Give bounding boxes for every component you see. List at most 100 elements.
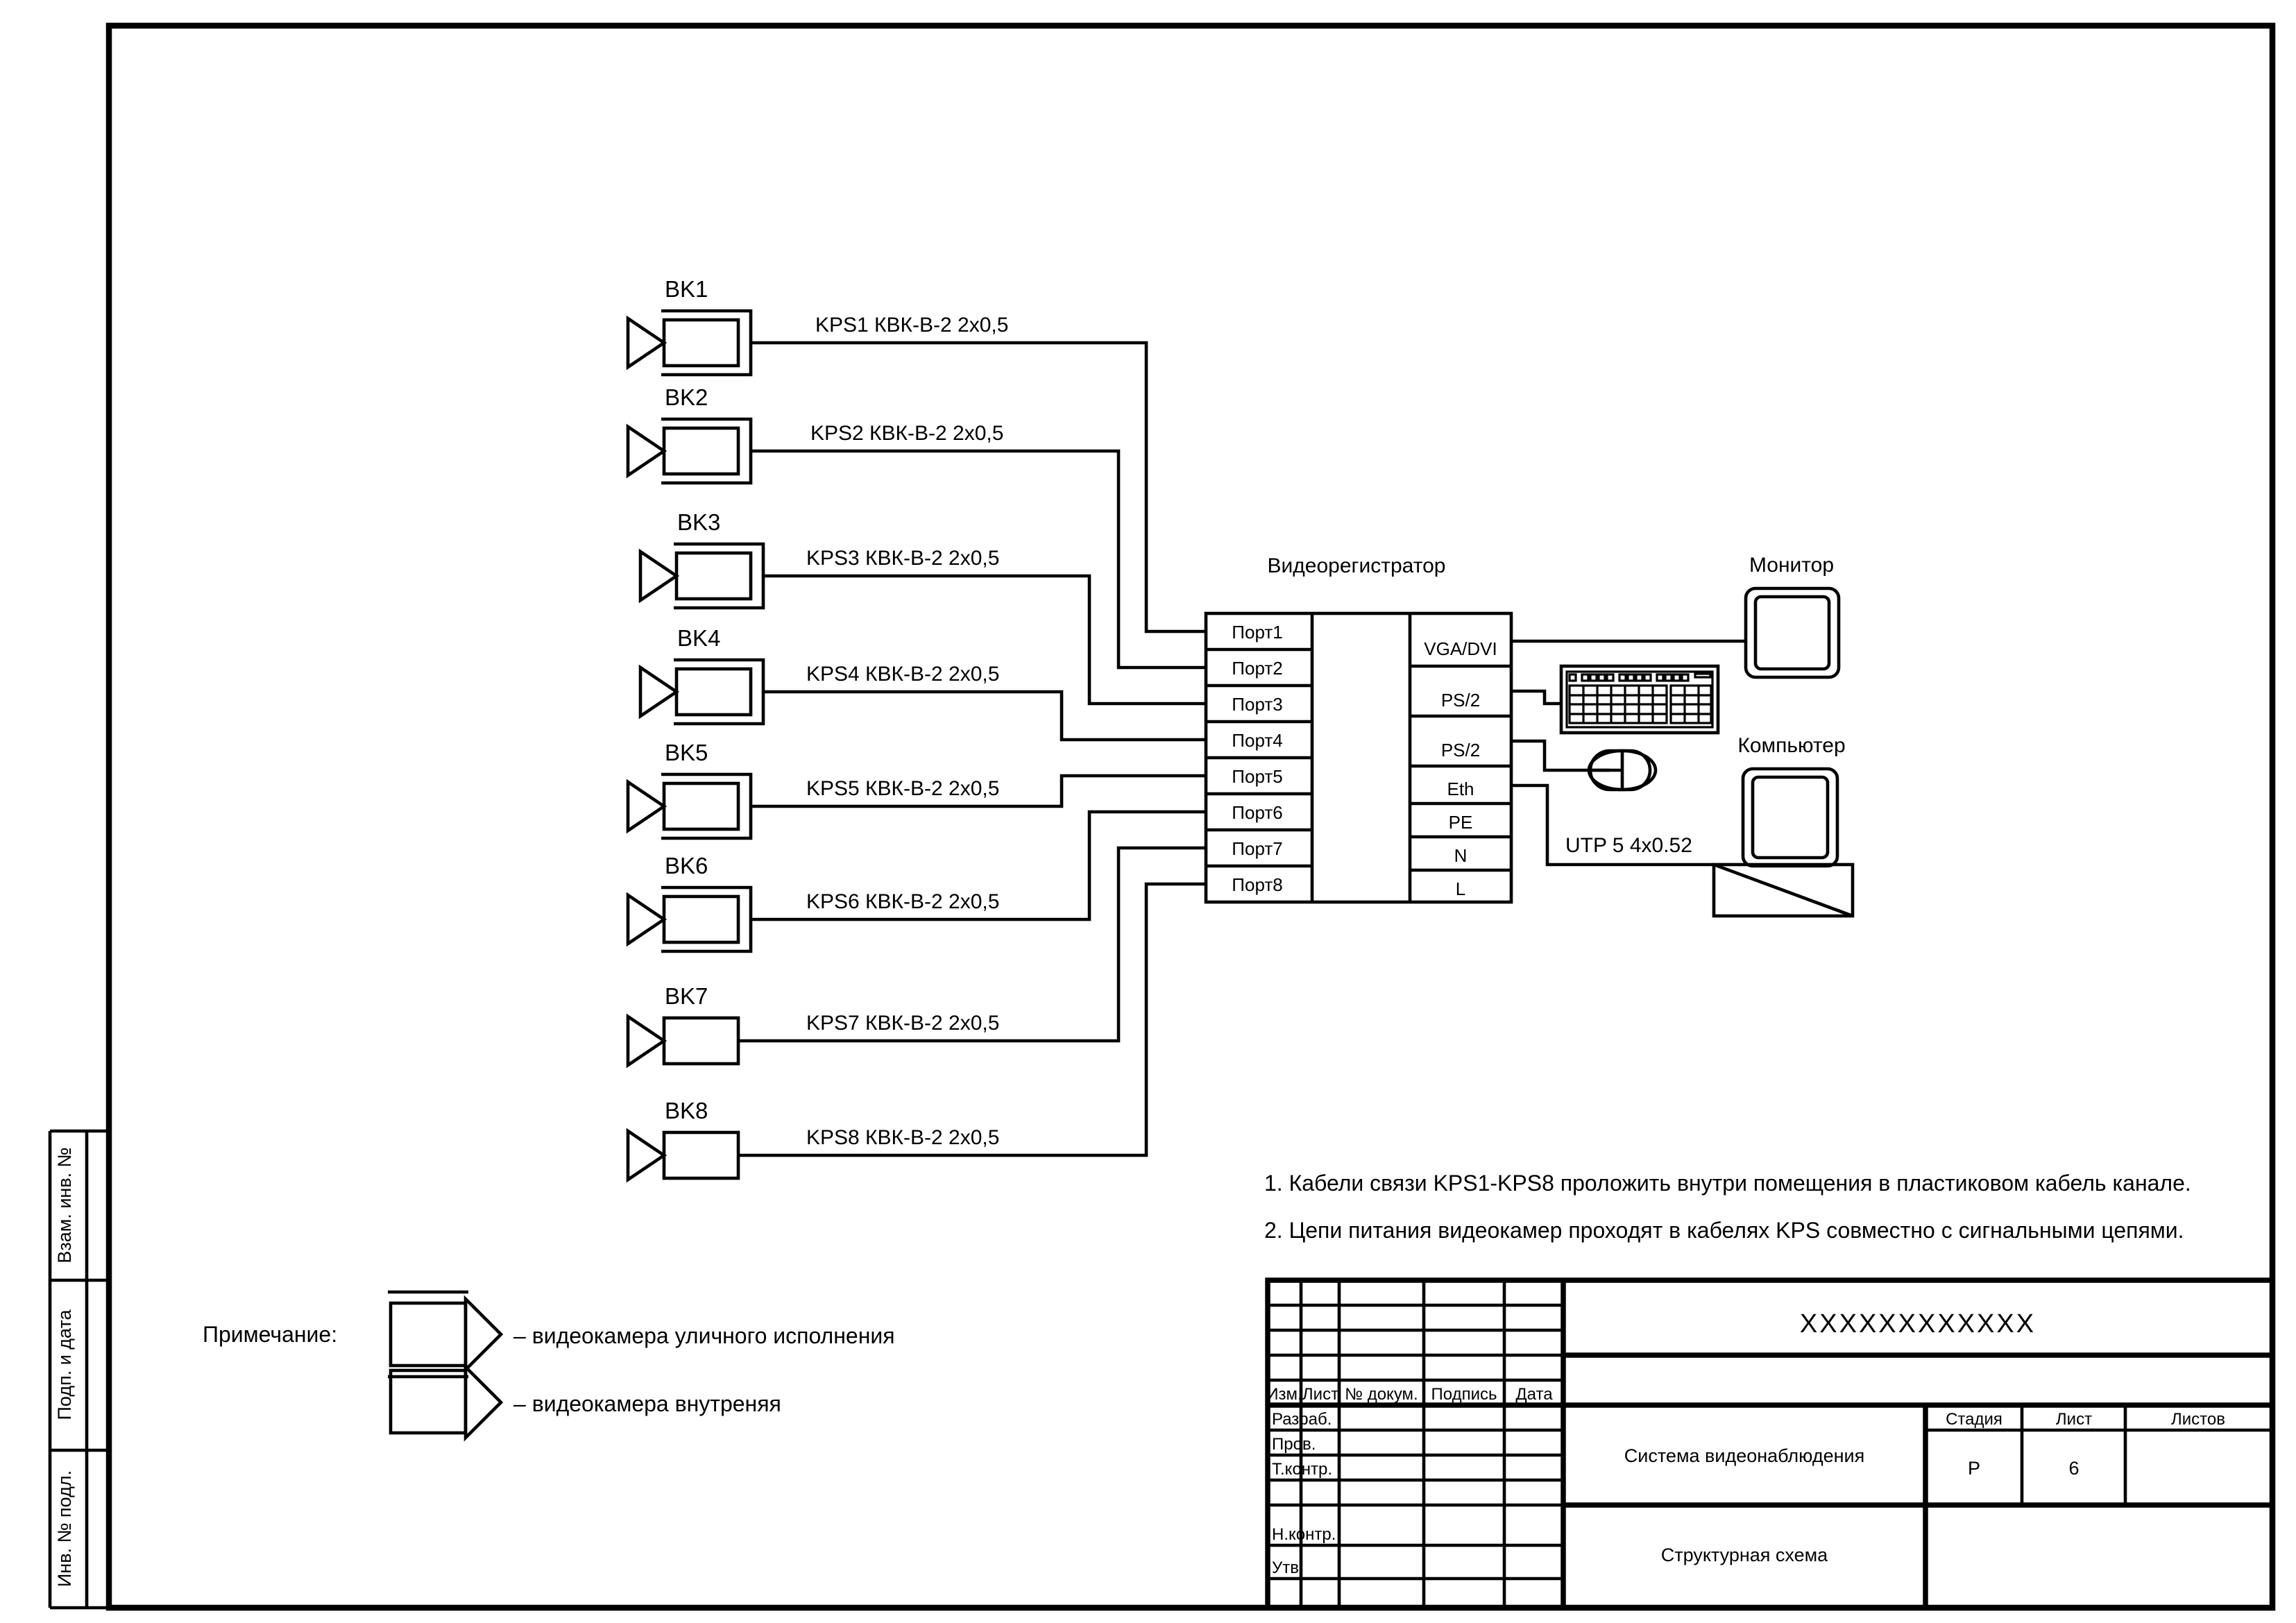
role-row: Пров. (1272, 1435, 1316, 1454)
camera-lens-icon (638, 664, 680, 720)
dvr-block[interactable]: Видеорегистратор Порт1 Порт2 Порт3 Порт4… (1204, 554, 1513, 904)
stage-header: Стадия (1946, 1410, 2002, 1429)
object-name: Система видеонаблюдения (1624, 1445, 1864, 1466)
camera-bk2[interactable]: BK2 KPS2 КВК-В-2 2х0,5 (626, 384, 1003, 485)
dvr-port-label: Порт7 (1232, 838, 1282, 859)
sheet-number: 6 (2068, 1458, 2079, 1479)
dvr-port-label: Порт2 (1232, 658, 1282, 679)
legend-text-outdoor: – видеокамера уличного исполнения (513, 1323, 895, 1348)
camera-lens-icon (638, 548, 680, 604)
role-row: Н.контр. (1272, 1525, 1336, 1544)
title-block: Изм. Лист № докум. Подпись Дата Разраб. … (1265, 1277, 2275, 1611)
camera-tag: BK7 (665, 983, 708, 1009)
note-2: 2. Цепи питания видеокамер проходят в ка… (1264, 1218, 2184, 1243)
dvr-port-label: Порт8 (1232, 874, 1282, 895)
role-row: Разраб. (1272, 1410, 1332, 1429)
camera-bk5[interactable]: BK5 KPS5 КВК-В-2 2х0,5 (626, 740, 999, 840)
camera-tag: BK6 (665, 853, 708, 878)
camera-bk8[interactable]: BK8 KPS8 КВК-В-2 2х0,5 (626, 1098, 999, 1183)
side-label-podp: Подп. и дата (54, 1309, 75, 1420)
cable-kps4 (763, 690, 1206, 742)
computer-monitor-bezel (1741, 767, 1839, 868)
dvr-port-label: Порт5 (1232, 766, 1282, 787)
keyboard[interactable] (1559, 664, 1720, 735)
camera-bk3[interactable]: BK3 KPS3 КВК-В-2 2х0,5 (638, 509, 999, 610)
legend-text-indoor: – видеокамера внутреняя (513, 1391, 781, 1416)
camera-bk4[interactable]: BK4 KPS4 КВК-В-2 2х0,5 (638, 625, 999, 726)
dvr-output-ports: VGA/DVI PS/2 PS/2 Eth PE N L (1410, 638, 1511, 899)
monitor-bezel (1744, 586, 1841, 679)
camera-lens-icon (626, 1013, 667, 1069)
computer-label: Компьютер (1737, 734, 1845, 757)
cable-label: KPS4 КВК-В-2 2х0,5 (806, 663, 999, 686)
rev-header: Лист (1302, 1385, 1338, 1404)
camera-body (662, 1016, 740, 1066)
dvr-out-label: PE (1449, 812, 1473, 833)
side-margin-block: Взам. инв. № Подп. и дата Инв. № подл. (48, 1129, 109, 1610)
link-ps2-keyboard (1511, 689, 1561, 706)
role-row: Т.контр. (1272, 1460, 1332, 1479)
side-label-vzam: Взам. инв. № (54, 1147, 75, 1263)
legend-symbol-outdoor-camera (388, 1290, 504, 1379)
cable-label: KPS2 КВК-В-2 2х0,5 (810, 422, 1003, 445)
legend-title: Примечание: (203, 1322, 337, 1347)
dvr-out-label: L (1456, 878, 1465, 899)
camera-body (674, 551, 753, 601)
dvr-port-label: Порт4 (1232, 730, 1282, 751)
camera-bk6[interactable]: BK6 KPS6 КВК-В-2 2х0,5 (626, 853, 999, 953)
mouse[interactable] (1587, 749, 1658, 792)
camera-body (662, 1130, 740, 1180)
org-name: XXXXXXXXXXXX (1800, 1309, 2036, 1339)
cable-label: KPS6 КВК-В-2 2х0,5 (806, 890, 999, 913)
dvr-port-label: Порт3 (1232, 694, 1282, 715)
monitor-label: Монитор (1749, 554, 1834, 577)
camera-bk7[interactable]: BK7 KPS7 КВК-В-2 2х0,5 (626, 983, 999, 1069)
computer[interactable]: Компьютер (1712, 734, 1855, 918)
notes: 1. Кабели связи KPS1-KPS8 проложить внут… (1264, 1171, 2191, 1243)
camera-bk1[interactable]: BK1 KPS1 КВК-В-2 2х0,5 (626, 276, 1008, 377)
camera-tag: BK8 (665, 1098, 708, 1123)
camera-tag: BK4 (677, 625, 720, 651)
dvr-out-label: PS/2 (1441, 740, 1480, 760)
cable-label: KPS8 КВК-В-2 2х0,5 (806, 1126, 999, 1149)
camera-body (662, 426, 740, 476)
cable-label: KPS7 КВК-В-2 2х0,5 (806, 1012, 999, 1035)
camera-lens-icon (626, 779, 667, 834)
stage-header: Лист (2056, 1410, 2092, 1429)
role-row: Утв. (1272, 1558, 1304, 1577)
cable-label: KPS1 КВК-В-2 2х0,5 (815, 314, 1008, 337)
monitor[interactable]: Монитор (1744, 554, 1841, 679)
note-1: 1. Кабели связи KPS1-KPS8 проложить внут… (1264, 1171, 2191, 1196)
eth-cable-label: UTP 5 4х0.52 (1565, 834, 1692, 857)
dvr-out-label: Eth (1447, 779, 1474, 799)
dvr-out-label: VGA/DVI (1424, 638, 1497, 659)
legend: Примечание: – видеокамера уличного испол… (203, 1290, 895, 1442)
rev-header: Подпись (1431, 1385, 1497, 1404)
camera-tag: BK3 (677, 509, 720, 535)
computer-base-diagonal (1713, 863, 1853, 918)
camera-tag: BK2 (665, 384, 708, 410)
camera-tag: BK1 (665, 276, 708, 302)
stage-value: Р (1968, 1458, 1980, 1479)
cable-label: KPS5 КВК-В-2 2х0,5 (806, 777, 999, 800)
camera-lens-icon (626, 423, 667, 479)
dvr-caption: Видеорегистратор (1268, 554, 1446, 577)
camera-lens-icon (626, 892, 667, 947)
rev-header: Изм. (1266, 1385, 1302, 1404)
monitor-screen (1753, 595, 1831, 671)
dvr-port-label: Порт6 (1232, 802, 1282, 823)
cable-kps1 (751, 341, 1206, 634)
rev-header: Дата (1515, 1385, 1553, 1404)
dvr-port-label: Порт1 (1232, 622, 1282, 643)
cable-label: KPS3 КВК-В-2 2х0,5 (806, 547, 999, 570)
camera-body (662, 781, 740, 831)
camera-lens-icon (626, 315, 667, 371)
camera-body (674, 667, 753, 717)
side-label-inv: Инв. № подл. (54, 1470, 75, 1587)
dvr-input-ports: Порт1 Порт2 Порт3 Порт4 Порт5 Порт6 Порт… (1206, 622, 1312, 895)
drawing-sheet: Взам. инв. № Подп. и дата Инв. № подл. B… (0, 0, 2296, 1623)
camera-lens-icon (626, 1128, 667, 1183)
rev-header: № докум. (1345, 1385, 1418, 1404)
camera-tag: BK5 (665, 740, 708, 765)
stage-header: Листов (2171, 1410, 2225, 1429)
